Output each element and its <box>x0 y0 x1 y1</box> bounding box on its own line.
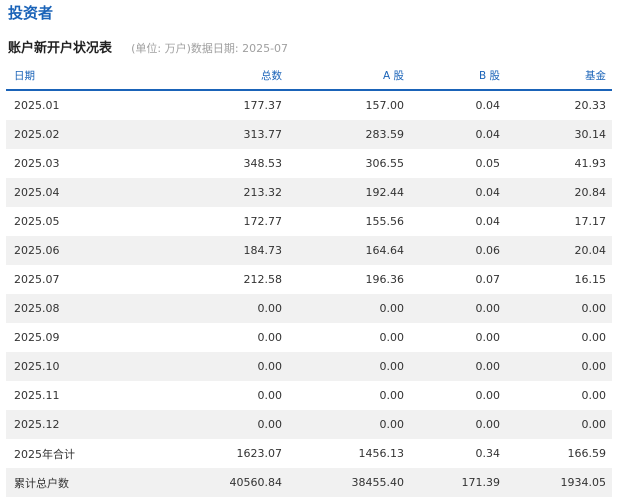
b-share-cell: 0.00 <box>475 331 501 344</box>
date-cell: 2025.04 <box>14 186 60 199</box>
column-header-fund: 基金 <box>585 70 606 82</box>
b-share-cell: 0.00 <box>475 389 501 402</box>
fund-cell: 20.84 <box>574 186 607 199</box>
table-title: 账户新开户状况表 <box>8 41 113 56</box>
table-body: 2025.01 177.37 157.00 0.04 20.33 2025.02 313.7… <box>6 91 612 497</box>
fund-cell: 1934.05 <box>560 476 607 489</box>
a-share-cell: 0.00 <box>379 360 405 373</box>
a-share-cell: 157.00 <box>365 99 405 112</box>
b-share-cell: 171.39 <box>461 476 501 489</box>
a-share-cell: 306.55 <box>365 157 405 170</box>
total-cell: 0.00 <box>257 418 283 431</box>
date-cell: 2025.02 <box>14 128 60 141</box>
b-share-cell: 0.05 <box>475 157 501 170</box>
b-share-cell: 0.00 <box>475 360 501 373</box>
date-cell: 2025.01 <box>14 99 60 112</box>
date-cell: 2025.06 <box>14 244 60 257</box>
page-title: 投资者 <box>8 4 54 22</box>
a-share-cell: 155.56 <box>365 215 405 228</box>
fund-cell: 30.14 <box>574 128 607 141</box>
account-table: 日期 总数 A 股 B 股 基金 2025.01 177.37 157.00 0.04… <box>6 62 612 497</box>
table-row: 2025.09 0.00 0.00 0.00 0.00 <box>6 323 612 352</box>
column-header-total: 总数 <box>261 70 282 82</box>
b-share-cell: 0.06 <box>475 244 501 257</box>
date-cell: 2025.08 <box>14 302 60 315</box>
b-share-cell: 0.04 <box>475 186 501 199</box>
b-share-cell: 0.04 <box>475 99 501 112</box>
total-cell: 0.00 <box>257 389 283 402</box>
table-row: 2025.03 348.53 306.55 0.05 41.93 <box>6 149 612 178</box>
table-row: 2025.10 0.00 0.00 0.00 0.00 <box>6 352 612 381</box>
total-cell: 1623.07 <box>236 447 283 460</box>
fund-cell: 17.17 <box>574 215 607 228</box>
table-row: 2025.05 172.77 155.56 0.04 17.17 <box>6 207 612 236</box>
date-cell: 2025.05 <box>14 215 60 228</box>
table-row: 2025.01 177.37 157.00 0.04 20.33 <box>6 91 612 120</box>
a-share-cell: 0.00 <box>379 302 405 315</box>
total-cell: 0.00 <box>257 360 283 373</box>
fund-cell: 0.00 <box>581 302 607 315</box>
table-row: 2025.02 313.77 283.59 0.04 30.14 <box>6 120 612 149</box>
date-cell: 2025.07 <box>14 273 60 286</box>
a-share-cell: 192.44 <box>365 186 405 199</box>
table-row: 2025年合计 1623.07 1456.13 0.34 166.59 <box>6 439 612 468</box>
table-caption: 账户新开户状况表 (单位: 万户)数据日期: 2025-07 <box>8 37 288 56</box>
total-cell: 172.77 <box>243 215 283 228</box>
table-header: 日期 总数 A 股 B 股 基金 <box>6 62 612 91</box>
date-cell: 2025.03 <box>14 157 60 170</box>
fund-cell: 20.04 <box>574 244 607 257</box>
total-cell: 0.00 <box>257 302 283 315</box>
table-row: 2025.04 213.32 192.44 0.04 20.84 <box>6 178 612 207</box>
date-cell: 2025.10 <box>14 360 60 373</box>
date-cell: 2025.12 <box>14 418 60 431</box>
fund-cell: 0.00 <box>581 331 607 344</box>
b-share-cell: 0.04 <box>475 128 501 141</box>
total-cell: 213.32 <box>243 186 283 199</box>
a-share-cell: 38455.40 <box>351 476 405 489</box>
b-share-cell: 0.04 <box>475 215 501 228</box>
total-cell: 40560.84 <box>229 476 283 489</box>
total-cell: 212.58 <box>243 273 283 286</box>
a-share-cell: 1456.13 <box>358 447 405 460</box>
column-header-date: 日期 <box>14 70 35 82</box>
a-share-cell: 0.00 <box>379 389 405 402</box>
table-row: 2025.06 184.73 164.64 0.06 20.04 <box>6 236 612 265</box>
fund-cell: 16.15 <box>574 273 607 286</box>
b-share-cell: 0.34 <box>475 447 501 460</box>
date-cell: 2025.09 <box>14 331 60 344</box>
date-cell: 2025年合计 <box>14 447 75 461</box>
a-share-cell: 164.64 <box>365 244 405 257</box>
total-cell: 0.00 <box>257 331 283 344</box>
fund-cell: 0.00 <box>581 389 607 402</box>
table-row: 累计总户数 40560.84 38455.40 171.39 1934.05 <box>6 468 612 497</box>
fund-cell: 20.33 <box>574 99 607 112</box>
table-meta: (单位: 万户)数据日期: 2025-07 <box>131 42 289 55</box>
table-row: 2025.07 212.58 196.36 0.07 16.15 <box>6 265 612 294</box>
b-share-cell: 0.00 <box>475 302 501 315</box>
a-share-cell: 0.00 <box>379 418 405 431</box>
fund-cell: 0.00 <box>581 418 607 431</box>
b-share-cell: 0.07 <box>475 273 501 286</box>
table-row: 2025.11 0.00 0.00 0.00 0.00 <box>6 381 612 410</box>
column-header-b-share: B 股 <box>478 70 500 82</box>
fund-cell: 0.00 <box>581 360 607 373</box>
total-cell: 177.37 <box>243 99 283 112</box>
total-cell: 348.53 <box>243 157 283 170</box>
a-share-cell: 196.36 <box>365 273 405 286</box>
total-cell: 313.77 <box>243 128 283 141</box>
table-row: 2025.08 0.00 0.00 0.00 0.00 <box>6 294 612 323</box>
date-cell: 2025.11 <box>14 389 60 402</box>
date-cell: 累计总户数 <box>14 476 69 490</box>
page: 投资者 账户新开户状况表 (单位: 万户)数据日期: 2025-07 日期 总数… <box>0 0 618 500</box>
fund-cell: 166.59 <box>567 447 607 460</box>
total-cell: 184.73 <box>243 244 283 257</box>
a-share-cell: 283.59 <box>365 128 405 141</box>
b-share-cell: 0.00 <box>475 418 501 431</box>
fund-cell: 41.93 <box>574 157 607 170</box>
a-share-cell: 0.00 <box>379 331 405 344</box>
table-row: 2025.12 0.00 0.00 0.00 0.00 <box>6 410 612 439</box>
column-header-a-share: A 股 <box>382 70 404 82</box>
